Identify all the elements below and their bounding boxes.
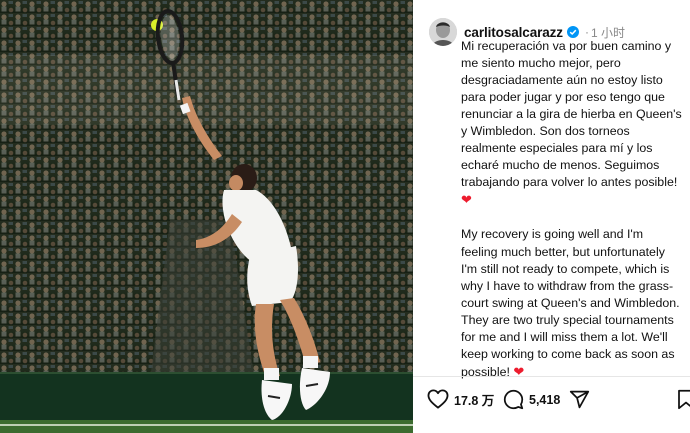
comment-count: 5,418 <box>529 392 561 407</box>
separator-dot: · <box>584 25 589 39</box>
like-button[interactable]: 17.8 万 <box>427 389 494 409</box>
heart-outline-icon <box>427 389 449 409</box>
divider <box>413 376 690 377</box>
post-photo[interactable] <box>0 0 413 433</box>
heart-emoji: ❤ <box>461 192 472 208</box>
share-paper-plane-icon <box>569 390 590 409</box>
caption-spanish: Mi recuperación va por buen camino y me … <box>461 39 682 208</box>
tennis-player-image <box>0 0 413 433</box>
post-caption: Mi recuperación va por buen camino y me … <box>461 38 683 381</box>
bookmark-icon <box>678 389 690 410</box>
share-button[interactable] <box>569 389 590 410</box>
verified-badge-icon <box>566 26 579 38</box>
save-button[interactable] <box>677 389 690 410</box>
caption-english: My recovery is going well and I'm feelin… <box>461 227 680 379</box>
action-bar: 17.8 万 5,418 <box>427 389 690 417</box>
post-side-panel: carlitosalcarazz · 1 小时 Mi recuperación … <box>413 0 690 433</box>
comment-bubble-icon <box>503 389 524 410</box>
comment-button[interactable]: 5,418 <box>503 389 560 410</box>
like-count: 17.8 万 <box>454 393 495 408</box>
avatar[interactable] <box>429 18 457 46</box>
